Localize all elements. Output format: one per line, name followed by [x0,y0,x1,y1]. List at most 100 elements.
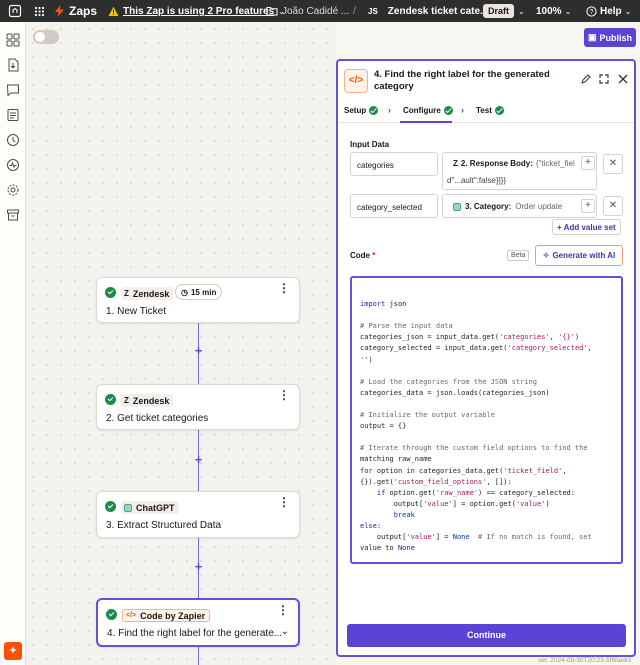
close-icon[interactable] [618,74,628,84]
add-step-plus-icon[interactable]: + [193,344,204,357]
panel-tabs: Setup › Configure › Test [338,99,634,123]
chevron-right-icon: › [388,105,391,115]
generate-with-ai-button[interactable]: ✧ Generate with AI [535,245,623,266]
chevron-down-icon: ⌄ [624,6,632,16]
polling-interval: 15 min [190,287,217,297]
code-line: # Iterate through the custom field optio… [360,444,588,453]
code-line: output = {} [360,422,407,431]
remove-input-button[interactable]: ✕ [603,154,623,174]
more-options-icon[interactable]: ⋮ [278,282,290,294]
home-icon[interactable] [8,0,22,22]
clock-icon: ◷ [181,287,188,297]
draft-badge: Draft [483,4,515,18]
step-app-name: Code by Zapier [140,610,206,621]
dashboard-icon[interactable] [6,33,20,47]
step-app-badge: Z Zendesk [121,287,174,300]
panel-header: </> 4. Find the right label for the gene… [338,61,634,99]
zap-on-off-toggle[interactable] [33,30,59,44]
panel-scrollbar[interactable] [629,125,633,615]
step-app-badge: Z Zendesk [121,394,174,407]
edit-pencil-icon[interactable] [581,74,591,84]
input-key-field[interactable]: categories [350,152,438,176]
folder-owner[interactable]: João Cadidé ... [266,0,349,22]
tab-test[interactable]: Test [476,106,504,115]
check-circle-icon [106,609,117,620]
zap-title-area[interactable]: JS Zendesk ticket cate... [368,0,488,22]
tab-label: Test [476,106,492,115]
code-step-icon: </> [344,69,368,93]
expand-icon[interactable] [599,74,609,84]
step-app-name: ChatGPT [136,502,175,513]
code-line: # Initialize the output variable [360,411,495,420]
more-options-icon[interactable]: ⋮ [278,496,290,508]
more-options-icon[interactable]: ⋮ [277,604,289,616]
zap-step-1[interactable]: Z Zendesk ◷ 15 min ⋮ 1. New Ticket [96,277,300,323]
zoom-control[interactable]: 100% ⌄ [536,0,571,22]
insert-data-plus-icon[interactable]: + [581,199,595,213]
step-title: 4. Find the right label for the generate… [107,628,283,639]
polling-interval-badge: ◷ 15 min [175,284,223,300]
pro-features-notice[interactable]: This Zap is using 2 Pro features ⌄ [108,0,285,22]
notes-icon[interactable] [6,108,20,122]
add-value-set-button[interactable]: + Add value set [552,219,621,235]
zap-step-3[interactable]: ChatGPT ⋮ 3. Extract Structured Data [96,491,300,538]
step-app-badge: </> Code by Zapier [122,609,211,622]
help-icon: ? [586,5,597,17]
code-line: matching raw_name [360,455,432,464]
archive-icon[interactable] [6,208,20,222]
apps-grid-icon[interactable] [34,0,45,22]
pro-features-text: This Zap is using 2 Pro features [123,5,275,17]
publish-button[interactable]: ▣ Publish [584,28,636,47]
comment-icon[interactable] [6,83,20,97]
tab-configure[interactable]: Configure [403,106,453,115]
step-config-panel: </> 4. Find the right label for the gene… [336,59,636,657]
code-line: else: [360,521,382,530]
code-line: {}).get('custom_field_options', []): [360,477,512,486]
zap-editor-canvas[interactable] [26,22,336,665]
warning-icon [108,6,119,16]
help-menu[interactable]: ? Help ⌄ [586,0,631,22]
code-line: break [393,510,415,519]
tab-active-underline [400,121,452,123]
step-title: 3. Extract Structured Data [106,520,222,531]
remove-input-button[interactable]: ✕ [603,196,623,216]
tab-setup[interactable]: Setup [344,106,379,115]
zaps-nav[interactable]: Zaps [55,0,97,22]
insert-data-plus-icon[interactable]: + [581,156,595,170]
add-step-plus-icon[interactable]: + [193,560,204,573]
input-value-field[interactable]: 3. Category: Order update + [442,194,597,218]
code-editor[interactable]: import json # Parse the input data categor… [350,276,623,564]
history-icon[interactable] [6,133,20,147]
svg-text:?: ? [590,9,594,16]
import-file-icon[interactable] [6,58,20,72]
activity-icon[interactable] [6,158,20,172]
continue-button[interactable]: Continue [347,624,626,647]
input-key-field[interactable]: category_selected [350,194,438,218]
check-circle-icon [105,501,116,512]
settings-gear-icon[interactable] [6,183,20,197]
slash-divider: / [353,5,357,17]
add-step-plus-icon[interactable]: + [193,453,204,466]
zap-step-4[interactable]: </> Code by Zapier ⋮ 4. Find the right l… [96,598,300,647]
lightning-icon [55,5,64,17]
zendesk-icon: Z [124,289,129,298]
chevron-down-icon[interactable]: ⌄ [281,626,289,637]
tab-label: Configure [403,106,441,115]
zaps-label: Zaps [69,4,98,18]
code-line: output['value'] = option.get('value') [360,499,550,508]
publish-icon: ▣ [587,32,597,42]
code-line: import json [360,300,407,309]
more-options-icon[interactable]: ⋮ [278,389,290,401]
code-line: for option in categories_data.get('ticke… [360,466,567,475]
chevron-down-icon[interactable]: ⌄ [518,0,525,22]
ai-assistant-icon[interactable]: ✦ [4,642,22,660]
input-value-field[interactable]: Z 2. Response Body: {"ticket_fiel d"...a… [442,152,597,190]
tab-label: Setup [344,106,367,115]
mapped-field-pill: Z 2. Response Body: {"ticket_fiel [453,159,575,168]
mapped-field-step: 3. Category: [465,202,512,211]
zap-step-2[interactable]: Z Zendesk ⋮ 2. Get ticket categories [96,384,300,430]
